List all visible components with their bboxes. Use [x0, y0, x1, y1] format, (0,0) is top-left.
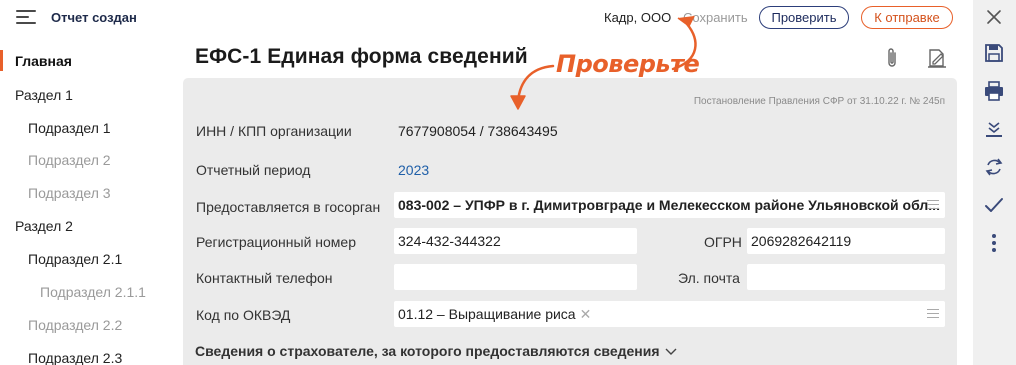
sidebar-item-subsection-1[interactable]: Подраздел 1 [28, 120, 111, 136]
reg-number-label: Регистрационный номер [196, 234, 356, 250]
printer-icon[interactable] [983, 80, 1005, 102]
annotation-text: Проверьте [556, 50, 700, 78]
organization-name[interactable]: Кадр, ООО [604, 10, 671, 25]
phone-label: Контактный телефон [196, 270, 333, 286]
list-lines-icon[interactable] [927, 309, 939, 319]
list-lines-icon[interactable] [927, 200, 939, 210]
sidebar-item-subsection-2-1-1[interactable]: Подраздел 2.1.1 [40, 284, 146, 300]
okved-chip: 01.12 – Выращивание риса [398, 306, 576, 322]
more-vertical-icon[interactable] [983, 232, 1005, 254]
inn-label: ИНН / КПП организации [196, 123, 352, 139]
email-field[interactable] [747, 264, 945, 290]
download-tray-icon[interactable] [983, 119, 1005, 141]
floppy-disk-icon[interactable] [983, 42, 1005, 64]
inn-value: 7677908054 / 738643495 [398, 123, 558, 139]
hamburger-menu-icon[interactable] [16, 9, 36, 26]
convert-arrows-icon[interactable] [983, 156, 1005, 178]
agency-select-value: 083-002 – УПФР в г. Димитровграде и Меле… [398, 197, 940, 213]
period-value-link[interactable]: 2023 [398, 162, 429, 178]
reg-number-field[interactable]: 324-432-344322 [394, 228, 637, 254]
clear-icon[interactable]: ✕ [580, 306, 592, 323]
okved-select[interactable]: 01.12 – Выращивание риса ✕ [394, 301, 945, 327]
sidebar-item-subsection-2-3[interactable]: Подраздел 2.3 [28, 350, 122, 365]
sidebar-item-section-1[interactable]: Раздел 1 [15, 87, 73, 103]
sidebar-item-subsection-2-2[interactable]: Подраздел 2.2 [28, 317, 122, 333]
ogrn-field[interactable]: 2069282642119 [747, 228, 945, 254]
sidebar-item-subsection-3[interactable]: Подраздел 3 [28, 185, 111, 201]
close-icon[interactable] [983, 6, 1005, 28]
paperclip-icon[interactable] [883, 47, 901, 69]
save-button[interactable]: Сохранить [683, 10, 748, 25]
active-item-marker [0, 50, 3, 71]
right-toolbar [973, 0, 1016, 365]
period-label: Отчетный период [196, 162, 311, 178]
sidebar-item-main[interactable]: Главная [15, 53, 72, 69]
phone-field[interactable] [394, 264, 637, 290]
ogrn-label: ОГРН [704, 234, 742, 250]
checkmark-icon[interactable] [983, 194, 1005, 216]
agency-label: Предоставляется в госорган [196, 199, 381, 215]
sidebar-item-subsection-2[interactable]: Подраздел 2 [28, 152, 111, 168]
decree-caption: Постановление Правления СФР от 31.10.22 … [693, 96, 945, 107]
chevron-down-icon [665, 348, 677, 356]
insured-section-toggle[interactable]: Сведения о страхователе, за которого пре… [195, 343, 677, 359]
sidebar-nav: Главная Раздел 1 Подраздел 1 Подраздел 2… [0, 44, 180, 365]
document-edit-icon[interactable] [926, 47, 948, 69]
check-button[interactable]: Проверить [759, 6, 849, 29]
sidebar-item-subsection-2-1[interactable]: Подраздел 2.1 [28, 251, 122, 267]
okved-label: Код по ОКВЭД [196, 307, 291, 323]
page-title: ЕФС-1 Единая форма сведений [195, 45, 528, 68]
sidebar-item-section-2[interactable]: Раздел 2 [15, 218, 73, 234]
email-label: Эл. почта [678, 270, 740, 286]
agency-select[interactable]: 083-002 – УПФР в г. Димитровграде и Меле… [394, 192, 945, 218]
send-button[interactable]: К отправке [861, 6, 953, 29]
app-title: Отчет создан [51, 10, 137, 25]
section-toggle-label: Сведения о страхователе, за которого пре… [195, 343, 660, 359]
